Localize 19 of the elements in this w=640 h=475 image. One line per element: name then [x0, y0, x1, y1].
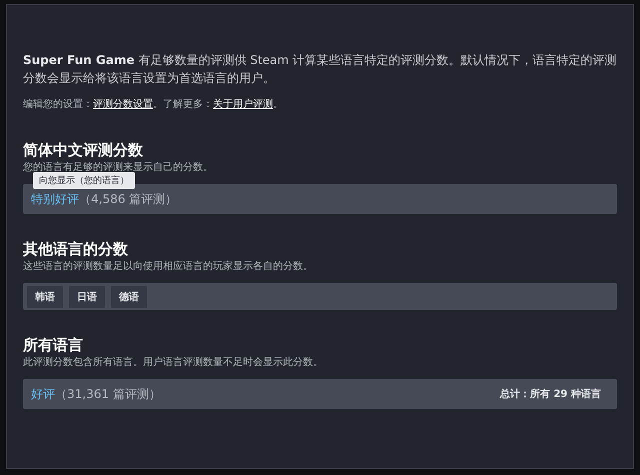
rating-text: 特别好评	[31, 190, 79, 208]
language-button[interactable]: 韩语	[27, 286, 63, 308]
section-subtitle: 此评测分数包含所有语言。用户语言评测数量不足时会显示此分数。	[23, 356, 324, 369]
total-text: 总计：所有 29 种语言	[500, 387, 601, 401]
review-count: （31,361 篇评测）	[55, 386, 161, 402]
review-count: （4,586 篇评测）	[79, 190, 178, 208]
section-title: 简体中文评测分数	[23, 141, 144, 159]
language-button[interactable]: 日语	[69, 286, 105, 308]
settings-text: 编辑您的设置：评测分数设置。了解更多：关于用户评测。	[23, 98, 284, 111]
settings-link[interactable]: 评测分数设置	[93, 99, 153, 110]
language-button[interactable]: 德语	[111, 286, 147, 308]
tooltip: 向您显示（您的语言）	[33, 172, 135, 189]
section-title: 所有语言	[23, 336, 84, 354]
section-subtitle: 您的语言有足够的评测来显示自己的分数。	[23, 160, 214, 174]
section-title: 其他语言的分数	[23, 240, 129, 258]
section-subtitle: 这些语言的评测数量足以向使用相应语言的玩家显示各自的分数。	[23, 260, 314, 273]
settings-link[interactable]: 关于用户评测	[213, 99, 273, 110]
intro-text: Super Fun Game 有足够数量的评测供 Steam 计算某些语言特定的评测分数。默认情况下，语言特定的评测分数会显示给将该语言设置为首选语言的用户。	[23, 52, 617, 87]
rating-text: 好评	[31, 386, 55, 402]
